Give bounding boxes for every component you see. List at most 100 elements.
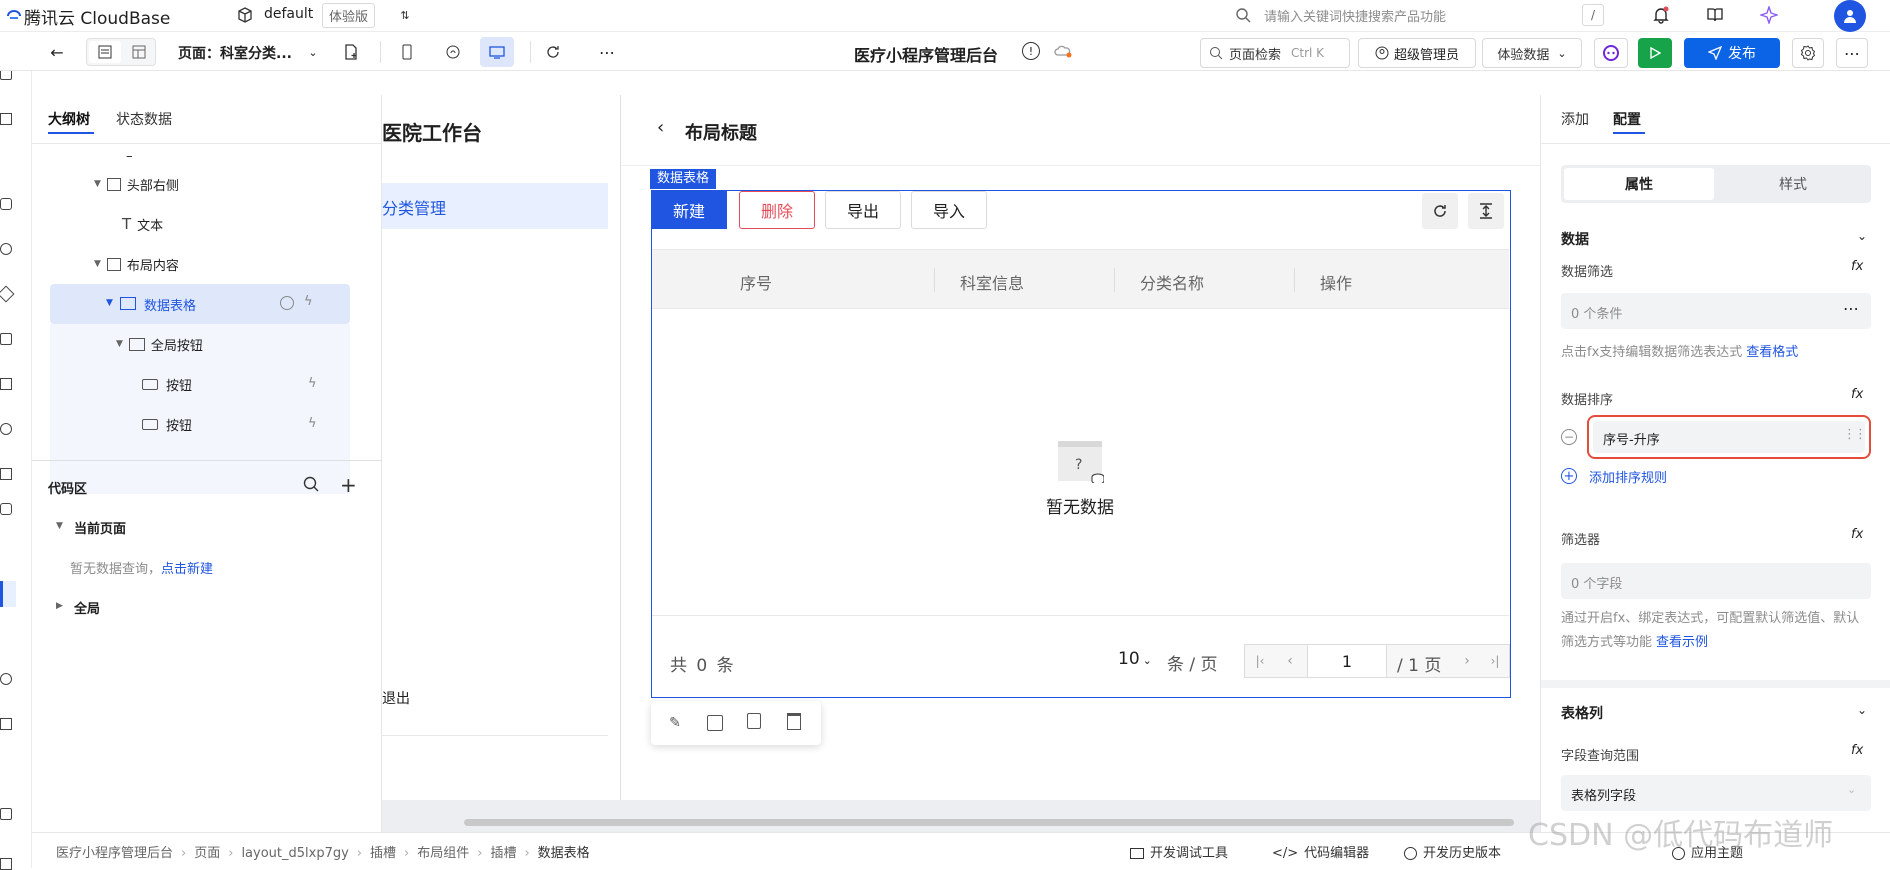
export-button[interactable]: 导出 — [825, 191, 901, 229]
data-model-icon[interactable] — [0, 285, 15, 303]
tab-state-data[interactable]: 状态数据 — [116, 109, 172, 129]
back-arrow-icon[interactable]: ← — [46, 41, 68, 63]
page-search-button[interactable]: 页面检索 Ctrl K — [1200, 38, 1350, 68]
table-columns-section-title[interactable]: 表格列 — [1561, 703, 1603, 723]
page-number-input[interactable]: 1 — [1307, 645, 1387, 677]
caret-right-icon[interactable]: ▶ — [56, 601, 63, 611]
new-page-icon[interactable] — [340, 41, 362, 63]
column-header[interactable]: 序号 — [740, 270, 772, 294]
page-selector[interactable]: 页面：科室分类... — [178, 43, 292, 63]
grid-icon[interactable] — [0, 113, 12, 125]
data-filter-field[interactable]: 0 个条件 ⋯ — [1561, 293, 1871, 329]
docs-icon[interactable] — [1704, 4, 1726, 26]
tree-node-layout-content[interactable]: ▼ 布局内容 — [94, 246, 382, 282]
column-header[interactable]: 分类名称 — [1140, 270, 1204, 294]
api-icon[interactable] — [0, 333, 12, 345]
column-header[interactable]: 科室信息 — [960, 270, 1024, 294]
app-editor-icon[interactable] — [0, 581, 16, 607]
row-height-icon[interactable] — [1468, 193, 1504, 229]
data-table-component[interactable]: 数据表格 新建 删除 导出 导入 序号 科室信息 分类名称 操作 ? 暂无数据 … — [650, 169, 1511, 698]
fx-icon[interactable]: fx — [1851, 527, 1863, 542]
settings-icon[interactable] — [0, 423, 12, 435]
breadcrumb-item[interactable]: 插槽 — [370, 846, 396, 861]
drag-handle-icon[interactable]: ⋮⋮ — [1843, 427, 1867, 442]
edit-pencil-icon[interactable]: ✎ — [665, 713, 685, 733]
view-format-link[interactable]: 查看格式 — [1746, 345, 1798, 360]
code-editor-button[interactable]: </> 代码编辑器 — [1272, 842, 1369, 861]
bell-icon[interactable] — [1650, 4, 1672, 26]
run-button[interactable] — [1638, 38, 1672, 68]
publish-button[interactable]: 发布 — [1684, 38, 1780, 68]
chevron-down-icon[interactable]: ⌄ — [306, 43, 320, 61]
workflow-icon[interactable] — [0, 468, 12, 480]
monitor-icon[interactable] — [0, 673, 12, 685]
delete-button[interactable]: 删除 — [739, 191, 815, 229]
save-icon[interactable] — [707, 715, 723, 731]
ai-helper-button[interactable] — [1594, 38, 1628, 68]
tree-node-global-buttons[interactable]: ▼ 全局按钮 — [116, 326, 382, 362]
tree-node-button[interactable]: 按钮 — [142, 366, 382, 402]
info-icon[interactable]: ! — [1022, 42, 1040, 60]
breadcrumb-item[interactable]: layout_d5lxp7gy — [241, 846, 348, 861]
horizontal-scrollbar[interactable] — [464, 819, 1514, 826]
add-sort-icon[interactable]: + — [1561, 468, 1577, 484]
global-search-input[interactable]: 请输入关键词快捷搜索产品功能 — [1264, 6, 1446, 25]
file-icon[interactable] — [0, 378, 12, 390]
view-example-link[interactable]: 查看示例 — [1656, 635, 1708, 650]
sort-rule-field[interactable]: 序号-升序 ⋮⋮ — [1593, 421, 1867, 453]
nav-item-category[interactable]: 分类管理 — [382, 183, 608, 229]
import-button[interactable]: 导入 — [911, 191, 987, 229]
first-page-icon[interactable]: |‹ — [1245, 645, 1275, 677]
caret-down-icon[interactable]: ▼ — [56, 521, 63, 531]
tab-add[interactable]: 添加 — [1561, 109, 1589, 129]
switch-env-icon[interactable]: ⇅ — [398, 6, 412, 24]
data-section-title[interactable]: 数据 — [1561, 229, 1589, 249]
refresh-icon[interactable] — [1422, 193, 1458, 229]
remove-sort-icon[interactable]: − — [1561, 429, 1577, 445]
create-query-link[interactable]: 点击新建 — [161, 562, 213, 577]
deploy-icon[interactable] — [0, 808, 12, 820]
global-group[interactable]: 全局 — [74, 598, 100, 617]
component-icon[interactable] — [0, 198, 12, 210]
tool-icon[interactable] — [0, 718, 12, 730]
fx-icon[interactable]: fx — [1851, 387, 1863, 402]
miniprogram-preview-icon[interactable] — [442, 41, 464, 63]
tab-outline-tree[interactable]: 大纲树 — [48, 109, 90, 129]
tab-config[interactable]: 配置 — [1613, 109, 1641, 129]
new-button[interactable]: 新建 — [651, 191, 727, 229]
collapse-icon[interactable] — [0, 858, 12, 870]
desktop-preview-icon[interactable] — [480, 37, 514, 67]
tree-node-header-right[interactable]: ▼ 头部右侧 — [94, 166, 382, 202]
selector-field[interactable]: 0 个字段 — [1561, 563, 1871, 599]
current-page-group[interactable]: 当前页面 — [74, 518, 126, 537]
add-icon[interactable]: + — [340, 473, 357, 497]
avatar[interactable] — [1834, 0, 1866, 32]
layout-view-icon[interactable] — [123, 41, 155, 63]
tree-node-button[interactable]: 按钮 — [142, 406, 382, 442]
chevron-down-icon[interactable]: ⌄ — [1857, 703, 1867, 717]
delete-trash-icon[interactable] — [787, 713, 801, 730]
env-name[interactable]: default — [264, 6, 313, 22]
history-button[interactable]: 开发历史版本 — [1404, 842, 1501, 861]
user-icon[interactable] — [0, 243, 12, 255]
page-size-select[interactable]: 10 ⌄ — [1118, 649, 1152, 669]
more-icon[interactable]: ⋯ — [596, 41, 618, 63]
plugin-icon[interactable] — [0, 503, 12, 515]
column-header[interactable]: 操作 — [1320, 270, 1352, 294]
prev-page-icon[interactable]: ‹ — [1275, 645, 1305, 677]
logout-link[interactable]: 退出 — [382, 688, 410, 708]
segment-style[interactable]: 样式 — [1718, 168, 1868, 200]
add-sort-rule-link[interactable]: 添加排序规则 — [1589, 467, 1667, 486]
tree-node-text[interactable]: T 文本 — [122, 206, 382, 242]
chevron-down-icon[interactable]: ⌄ — [1857, 229, 1867, 243]
data-mode-select[interactable]: 体验数据 ⌄ — [1482, 38, 1582, 68]
copy-icon[interactable] — [747, 713, 761, 729]
back-chevron-icon[interactable]: ‹ — [657, 117, 664, 138]
field-range-select[interactable]: 表格列字段 ⌄ — [1561, 775, 1871, 811]
breadcrumb-item[interactable]: 医疗小程序管理后台 — [56, 846, 173, 861]
more-options-button[interactable]: ⋯ — [1836, 38, 1868, 68]
next-page-icon[interactable]: › — [1453, 645, 1481, 677]
ai-assistant-icon[interactable] — [1758, 4, 1780, 26]
search-icon[interactable] — [302, 475, 322, 495]
outline-view-icon[interactable] — [89, 41, 121, 63]
